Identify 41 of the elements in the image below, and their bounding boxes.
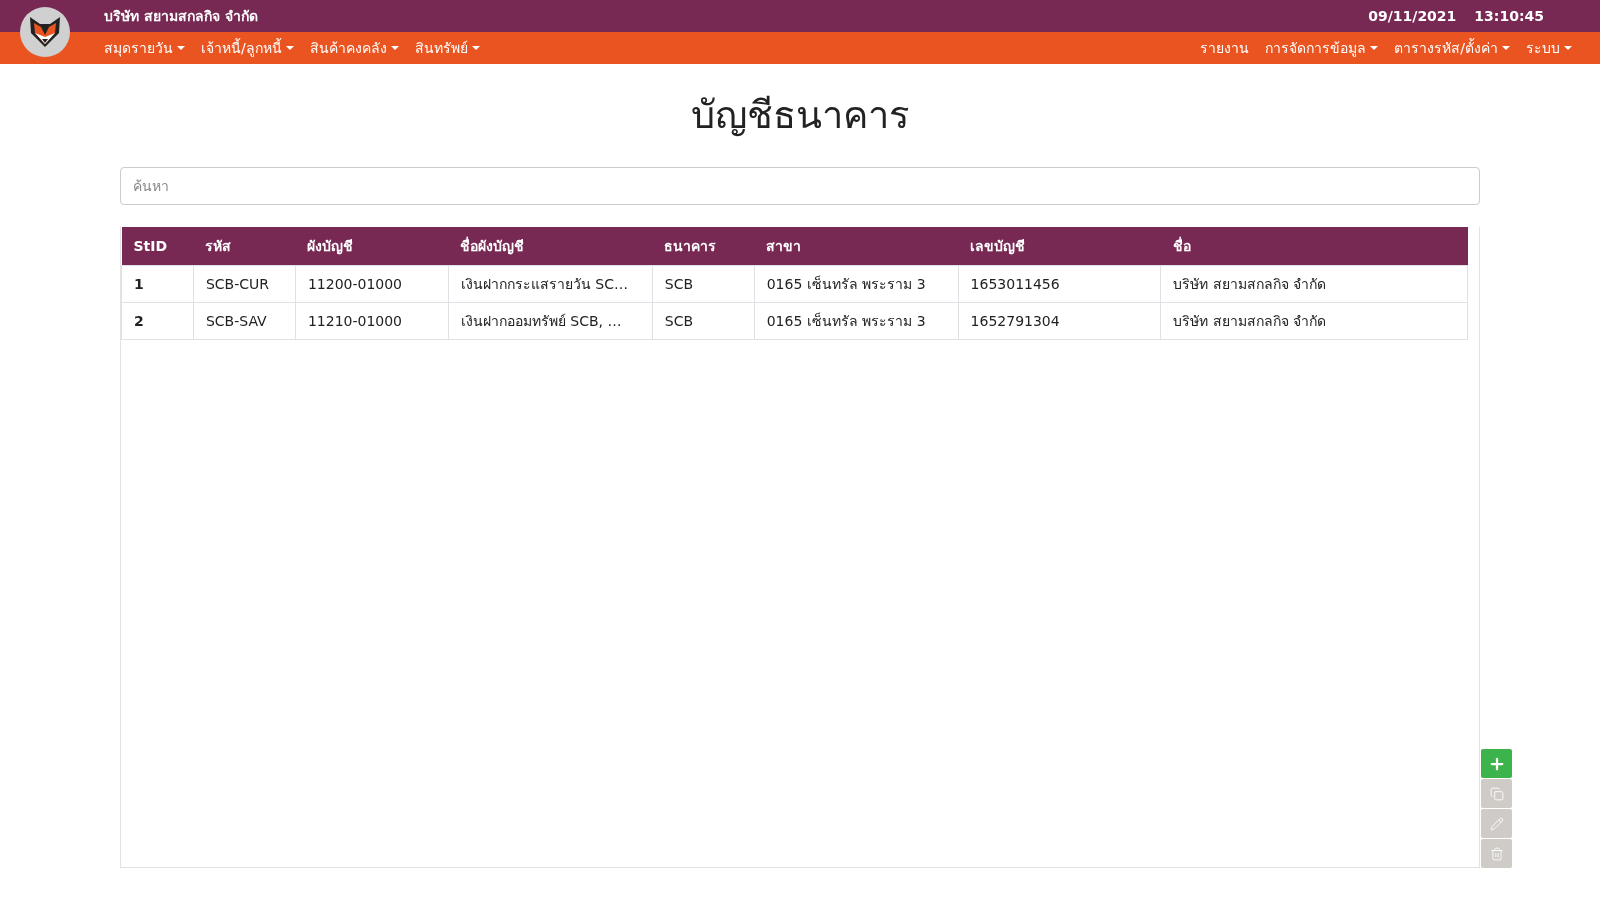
pencil-icon xyxy=(1489,816,1504,831)
table-cell: SCB-CUR xyxy=(193,265,296,303)
table-cell: 11210-01000 xyxy=(295,302,449,340)
copy-icon xyxy=(1489,786,1504,801)
menu-item[interactable]: สินค้าคงคลัง xyxy=(301,37,407,59)
table-cell: SCB xyxy=(652,265,755,303)
column-header: เลขบัญชี xyxy=(958,227,1161,266)
column-header: StID xyxy=(121,227,194,266)
column-header: ชื่อ xyxy=(1160,227,1468,266)
menu-item[interactable]: ระบบ xyxy=(1518,37,1580,59)
column-header: ผังบัญชี xyxy=(295,227,449,266)
table-cell: 0165 เซ็นทรัล พระราม 3 xyxy=(754,302,959,340)
menu-item[interactable]: รายงาน xyxy=(1192,37,1258,59)
table-cell: 1 xyxy=(121,265,194,303)
table-cell: เงินฝากออมทรัพย์ SCB, … xyxy=(448,302,653,340)
column-header: รหัส xyxy=(193,227,296,266)
company-name: บริษัท สยามสกลกิจ จำกัด xyxy=(104,7,258,26)
menu-item[interactable]: การจัดการข้อมูล xyxy=(1257,37,1387,59)
table-cell: 1653011456 xyxy=(958,265,1161,303)
table-cell: SCB-SAV xyxy=(193,302,296,340)
add-button[interactable] xyxy=(1481,749,1512,778)
menu-item[interactable]: เจ้าหนี้/ลูกหนี้ xyxy=(193,37,302,59)
page-title: บัญชีธนาคาร xyxy=(690,92,910,139)
trash-icon xyxy=(1489,846,1504,861)
table-cell: 1652791304 xyxy=(958,302,1161,340)
table-cell: เงินฝากกระแสรายวัน SC… xyxy=(448,265,653,303)
time-text: 13:10:45 xyxy=(1474,8,1544,24)
menu-item[interactable]: ตารางรหัส/ตั้งค่า xyxy=(1386,37,1518,59)
column-header: ธนาคาร xyxy=(652,227,755,266)
table-cell: บริษัท สยามสกลกิจ จำกัด xyxy=(1160,265,1468,303)
table-cell: 0165 เซ็นทรัล พระราม 3 xyxy=(754,265,959,303)
table-cell: SCB xyxy=(652,302,755,340)
search-field[interactable]: ค้นหา xyxy=(120,167,1480,205)
column-header: สาขา xyxy=(754,227,959,266)
table-cell: บริษัท สยามสกลกิจ จำกัด xyxy=(1160,302,1468,340)
date-text: 09/11/2021 xyxy=(1368,8,1457,24)
menu-item[interactable]: สินทรัพย์ xyxy=(406,37,488,59)
table-cell: 11200-01000 xyxy=(295,265,449,303)
menu-item[interactable]: สมุดรายวัน xyxy=(96,37,193,59)
table-cell: 2 xyxy=(121,302,194,340)
column-header: ชื่อผังบัญชี xyxy=(448,227,653,266)
